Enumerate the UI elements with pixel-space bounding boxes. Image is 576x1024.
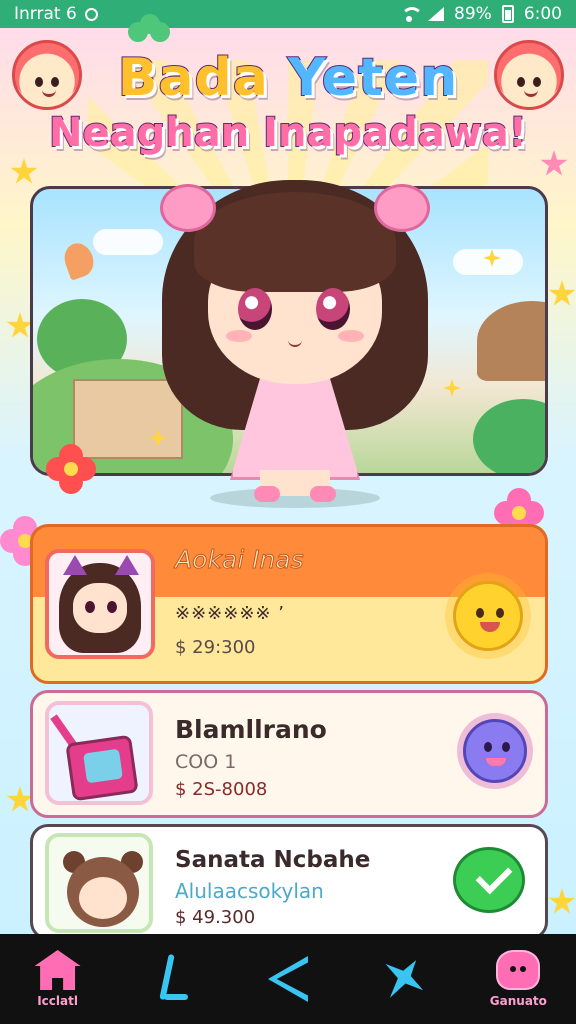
hair-bow-icon: [160, 184, 216, 232]
star-icon: [548, 280, 576, 306]
carrier-label: Inrrat 6: [14, 4, 77, 24]
bottom-nav: Icclatl Ganuato: [0, 934, 576, 1024]
card-title: Aokai Inas: [175, 545, 305, 575]
signal-icon: [428, 7, 445, 21]
card-price: $ 2S-8008: [175, 779, 268, 800]
catgirl-avatar: [45, 549, 155, 659]
home-icon: [34, 950, 81, 990]
hair-bow-icon: [374, 184, 430, 232]
product-card[interactable]: Blamllrano COO 1 $ 2S-8008: [30, 690, 548, 818]
nav-label: Icclatl: [37, 994, 78, 1008]
star-icon: [548, 888, 576, 914]
balloon-icon: [60, 239, 98, 281]
status-bar: Inrrat 6 89% 6:00: [0, 0, 576, 28]
card-title: Blamllrano: [175, 715, 327, 744]
clock: 6:00: [523, 4, 562, 24]
product-card[interactable]: Aokai Inas ※※※※※※ ’ $ 29:300: [30, 524, 548, 684]
lightning-icon: [158, 954, 188, 1004]
bear-avatar: [45, 833, 153, 933]
nav-label: Ganuato: [489, 994, 547, 1008]
card-subtitle: Alulaacsokylan: [175, 879, 324, 903]
star-icon: [10, 158, 38, 184]
check-icon[interactable]: [453, 847, 525, 913]
germ-icon[interactable]: [463, 719, 527, 783]
card-subtitle: COO 1: [175, 751, 237, 773]
hut-illustration: [477, 301, 545, 381]
card-price: $ 49.300: [175, 907, 256, 928]
product-card[interactable]: Sanata Ncbahe Alulaacsokylan $ 49.300: [30, 824, 548, 940]
sparkle-icon: [443, 379, 461, 397]
battery-icon: [501, 5, 514, 23]
nav-lightning[interactable]: [128, 939, 218, 1019]
title-word-2: Yeten: [287, 47, 459, 109]
plane-icon: [371, 947, 435, 1011]
chibi-character: [150, 170, 440, 510]
gift-box-avatar: [45, 701, 153, 805]
page-title: Bada Yeten: [0, 47, 576, 109]
record-icon: [84, 7, 98, 21]
card-price: $ 29:300: [175, 637, 256, 658]
flower-icon: [46, 444, 96, 494]
page-subtitle: Neaghan Inapadawa!: [48, 109, 528, 157]
triangle-icon: [268, 956, 308, 1002]
nav-profile[interactable]: Ganuato: [473, 939, 563, 1019]
nav-back[interactable]: [243, 939, 333, 1019]
card-subtitle: ※※※※※※ ’: [175, 603, 285, 624]
profile-icon: [496, 950, 541, 990]
nav-home[interactable]: Icclatl: [13, 939, 103, 1019]
sun-icon[interactable]: [453, 581, 523, 651]
title-word-1: Bada: [117, 47, 269, 109]
card-title: Sanata Ncbahe: [175, 847, 371, 873]
wifi-icon: [400, 7, 424, 22]
battery-percent: 89%: [454, 4, 492, 24]
nav-explore[interactable]: [358, 939, 448, 1019]
